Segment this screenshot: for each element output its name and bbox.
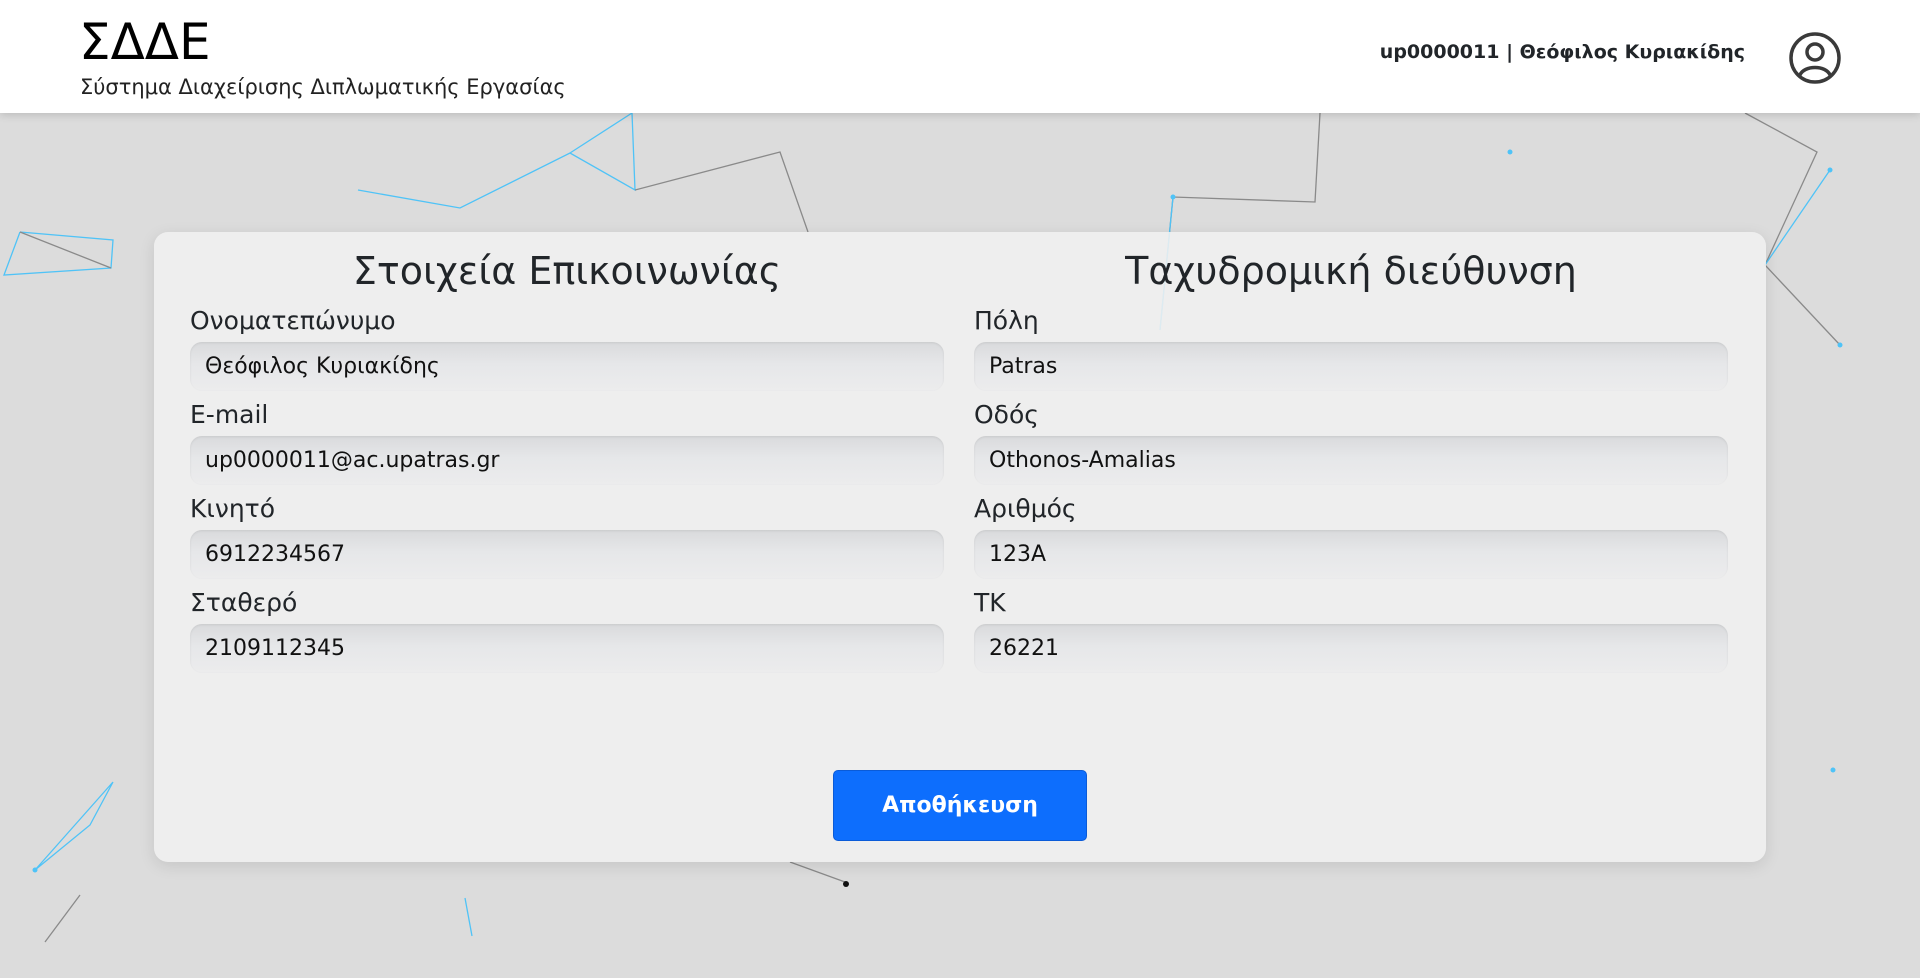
fullname-label: Ονοματεπώνυμο xyxy=(190,306,396,335)
user-circle-icon xyxy=(1789,32,1841,84)
number-input[interactable] xyxy=(974,530,1728,579)
email-input[interactable] xyxy=(190,436,944,485)
email-label: E-mail xyxy=(190,400,269,429)
street-input[interactable] xyxy=(974,436,1728,485)
app-subtitle: Σύστημα Διαχείρισης Διπλωματικής Εργασία… xyxy=(80,75,566,99)
landline-input[interactable] xyxy=(190,624,944,673)
street-label: Οδός xyxy=(974,400,1039,429)
city-label: Πόλη xyxy=(974,306,1039,335)
number-label: Αριθμός xyxy=(974,494,1077,523)
profile-form-card: Στοιχεία Επικοινωνίας Ονοματεπώνυμο E-ma… xyxy=(154,232,1766,862)
landline-label: Σταθερό xyxy=(190,588,298,617)
user-circle-icon[interactable] xyxy=(1788,31,1842,85)
top-navbar: ΣΔΔΕ Σύστημα Διαχείρισης Διπλωματικής Ερ… xyxy=(0,0,1920,113)
app-title: ΣΔΔΕ xyxy=(79,13,211,71)
address-heading: Ταχυδρομική διεύθυνση xyxy=(1125,249,1577,293)
postcode-input[interactable] xyxy=(974,624,1728,673)
city-input[interactable] xyxy=(974,342,1728,391)
postcode-label: ΤΚ xyxy=(974,588,1006,617)
save-button[interactable]: Αποθήκευση xyxy=(833,770,1087,841)
user-info: up0000011 | Θεόφιλος Κυριακίδης xyxy=(1379,41,1745,63)
address-section: Ταχυδρομική διεύθυνση Πόλη Οδός Αριθμός … xyxy=(974,246,1728,682)
mobile-input[interactable] xyxy=(190,530,944,579)
contact-heading: Στοιχεία Επικοινωνίας xyxy=(352,249,782,293)
fullname-input[interactable] xyxy=(190,342,944,391)
contact-section: Στοιχεία Επικοινωνίας Ονοματεπώνυμο E-ma… xyxy=(190,246,944,682)
mobile-label: Κινητό xyxy=(190,494,276,523)
